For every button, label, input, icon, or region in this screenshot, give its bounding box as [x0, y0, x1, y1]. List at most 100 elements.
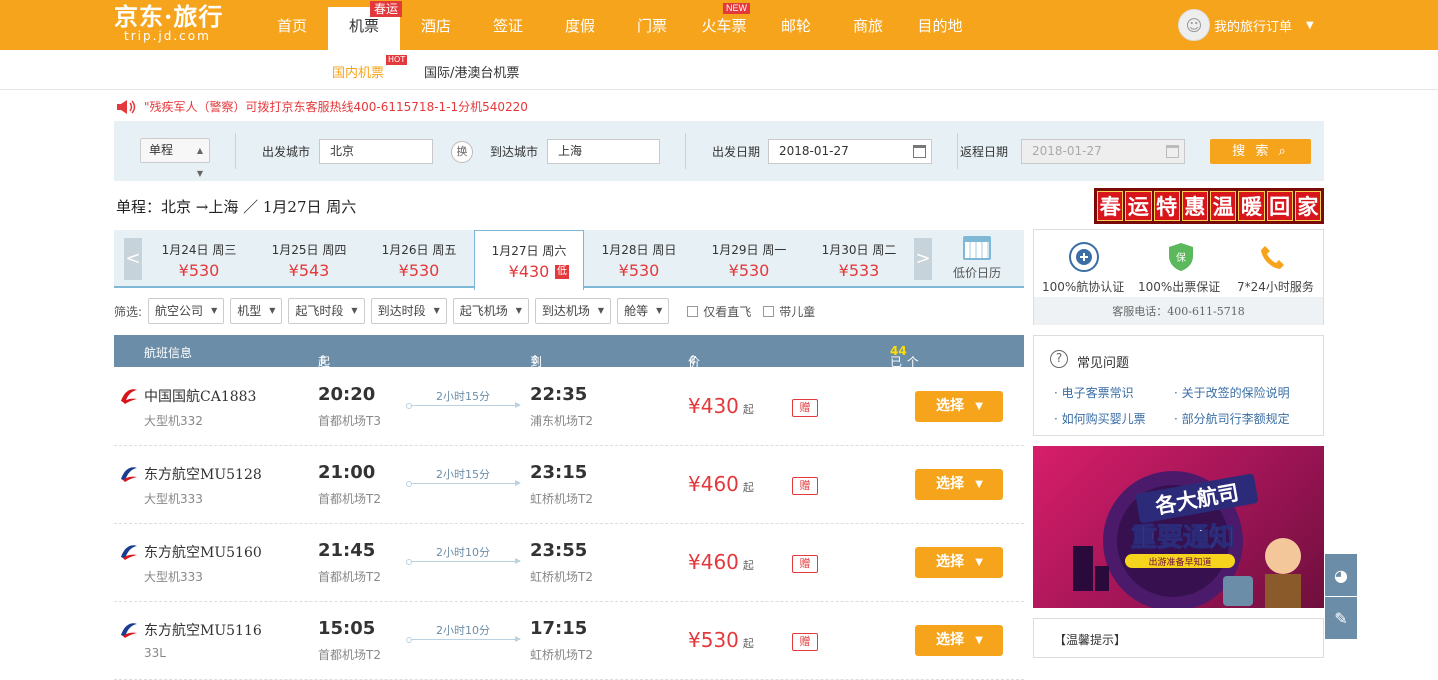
promo-char: 特	[1153, 191, 1180, 221]
nav-home[interactable]: 首页	[256, 0, 328, 50]
faq-link-rebook-insurance[interactable]: 关于改签的保险说明	[1174, 384, 1290, 401]
col-flight-info: 航班信息	[144, 346, 193, 360]
date-price: ¥530	[728, 261, 770, 280]
svg-text:保: 保	[1176, 251, 1186, 264]
divider	[685, 133, 686, 169]
with-child-checkbox[interactable]: 带儿童	[763, 303, 815, 320]
filter-depart-airport[interactable]: 起飞机场 ▼	[452, 298, 529, 324]
flight-row: 东方航空MU5116 33L 15:05 首都机场T2 2小时10分 17:15 虹桥机场T…	[114, 602, 1024, 680]
date-option-selected[interactable]: 1月27日 周六 ¥430 低	[474, 230, 584, 290]
select-label: 选择	[936, 398, 964, 414]
date-label: 1月25日 周四	[271, 243, 347, 257]
tab-domestic-flights[interactable]: 国内机票	[332, 62, 384, 81]
caret-down-icon: ▼	[351, 306, 358, 315]
airline-notice-banner[interactable]: 各大航司 重要通知 出游准备早知道	[1033, 446, 1324, 608]
service-guarantees: 保 100%航协认证 100%出票保证 7*24小时服务 客服电话：400-61…	[1033, 229, 1324, 325]
calendar-icon[interactable]	[913, 145, 926, 158]
arrive-time: 22:35	[530, 384, 588, 405]
trip-type-select[interactable]: 单程 ▲ ▼	[140, 138, 210, 178]
low-price-calendar-button[interactable]: 低价日历	[942, 236, 1012, 281]
gift-icon[interactable]: 赠	[792, 555, 818, 573]
phone-icon	[1261, 246, 1284, 269]
date-option[interactable]: 1月28日 周日 ¥530	[584, 230, 694, 288]
date-option[interactable]: 1月29日 周一 ¥530	[694, 230, 804, 288]
flight-row: 中国国航CA1883 大型机332 20:20 首都机场T3 2小时15分 22:35 浦东…	[114, 368, 1024, 446]
route-summary: 单程：北京 →上海 ／ 1月27日 周六	[116, 198, 357, 216]
filter-airline[interactable]: 航空公司 ▼	[148, 298, 225, 324]
nav-business[interactable]: 商旅	[832, 0, 904, 50]
select-flight-button[interactable]: 选择 ▼	[915, 625, 1003, 656]
select-flight-button[interactable]: 选择 ▼	[915, 469, 1003, 500]
to-city-input[interactable]: 上海	[547, 139, 660, 164]
depart-airport: 首都机场T2	[318, 648, 381, 662]
nav-hotels[interactable]: 酒店	[400, 0, 472, 50]
chat-icon: ◕	[1334, 565, 1348, 585]
date-option[interactable]: 1月26日 周五 ¥530	[364, 230, 474, 288]
checkbox-box	[687, 305, 699, 317]
caret-down-icon: ▼	[975, 401, 983, 412]
date-option[interactable]: 1月30日 周二 ¥533	[804, 230, 914, 288]
date-label: 1月26日 周五	[381, 243, 457, 257]
faq-link-infant-ticket[interactable]: 如何购买婴儿票	[1054, 410, 1146, 427]
nav-vacation[interactable]: 度假	[544, 0, 616, 50]
spring-festival-badge: 春运	[369, 1, 402, 17]
nav-visa[interactable]: 签证	[472, 0, 544, 50]
depart-date-value: 2018-01-27	[779, 144, 849, 158]
faq-link-eticket[interactable]: 电子客票常识	[1054, 384, 1134, 401]
float-feedback-button[interactable]: ◕	[1325, 554, 1357, 596]
date-option[interactable]: 1月25日 周四 ¥543	[254, 230, 364, 288]
airline-logo-icon	[121, 623, 137, 638]
nav-trains[interactable]: 火车票 NEW	[688, 0, 760, 50]
filter-aircraft[interactable]: 机型 ▼	[230, 298, 283, 324]
gift-icon[interactable]: 赠	[792, 477, 818, 495]
faq-link-baggage[interactable]: 部分航司行李额规定	[1174, 410, 1290, 427]
search-button[interactable]: 搜 索 ⌕	[1210, 139, 1311, 164]
user-menu[interactable]: ☺ 我的旅行订单 ▼	[1178, 9, 1314, 41]
depart-date-input[interactable]: 2018-01-27	[768, 139, 932, 164]
gift-icon[interactable]: 赠	[792, 633, 818, 651]
chevron-down-icon[interactable]: ▼	[1306, 20, 1314, 31]
next-dates-button[interactable]: >	[914, 238, 932, 280]
airline-flight-no: 东方航空MU5116	[144, 623, 262, 639]
float-survey-button[interactable]: ✎	[1325, 597, 1357, 639]
price-from: 起	[742, 403, 754, 416]
tip-title: 【温馨提示】	[1054, 633, 1127, 647]
swap-cities-button[interactable]: 换	[451, 141, 473, 163]
gift-icon[interactable]: 赠	[792, 399, 818, 417]
nav-label: 签证	[492, 17, 523, 35]
airline-logo-icon	[121, 467, 137, 482]
sort-icon: ⇕	[318, 353, 329, 367]
from-city-input[interactable]: 北京	[319, 139, 433, 164]
price-from: 起	[742, 559, 754, 572]
flight-duration: 2小时10分	[436, 546, 490, 559]
tab-intl-flights[interactable]: 国际/港澳台机票	[424, 62, 519, 81]
date-option[interactable]: 1月24日 周三 ¥530	[144, 230, 254, 288]
association-certified-icon	[1069, 242, 1099, 272]
jd-trip-logo[interactable]: 京东·旅行 trip.jd.com	[114, 4, 223, 43]
chevron-left-icon: <	[125, 248, 141, 269]
prev-dates-button[interactable]: <	[124, 238, 142, 280]
select-flight-button[interactable]: 选择 ▼	[915, 547, 1003, 578]
price-from: 起	[742, 481, 754, 494]
airline-flight-no: 中国国航CA1883	[144, 389, 257, 405]
direct-only-checkbox[interactable]: 仅看直飞	[687, 303, 751, 320]
return-date-input: 2018-01-27	[1021, 139, 1185, 164]
return-date-value: 2018-01-27	[1032, 144, 1102, 158]
filter-depart-time[interactable]: 起飞时段 ▼	[288, 298, 365, 324]
depart-airport: 首都机场T2	[318, 570, 381, 584]
filter-arrive-airport[interactable]: 到达机场 ▼	[534, 298, 612, 324]
nav-tickets[interactable]: 门票	[616, 0, 688, 50]
spring-promo-banner[interactable]: 春 运 特 惠 温 暖 回 家	[1094, 188, 1324, 224]
nav-cruise[interactable]: 邮轮	[760, 0, 832, 50]
nav-flights[interactable]: 机票 春运	[328, 1, 402, 50]
select-flight-button[interactable]: 选择 ▼	[915, 391, 1003, 422]
nav-destinations[interactable]: 目的地	[904, 0, 976, 50]
my-orders-link[interactable]: 我的旅行订单	[1214, 16, 1292, 35]
filter-arrive-time[interactable]: 到达时段 ▼	[370, 298, 447, 324]
checkbox-label: 带儿童	[779, 304, 816, 319]
duration-arrow	[406, 480, 521, 487]
calendar-icon	[1166, 145, 1179, 158]
top-bar: 京东·旅行 trip.jd.com 首页 机票 春运 酒店 签证 度假 门票 火车…	[0, 0, 1438, 50]
filter-cabin[interactable]: 舱等 ▼	[617, 298, 670, 324]
arrive-time: 23:55	[530, 540, 588, 561]
